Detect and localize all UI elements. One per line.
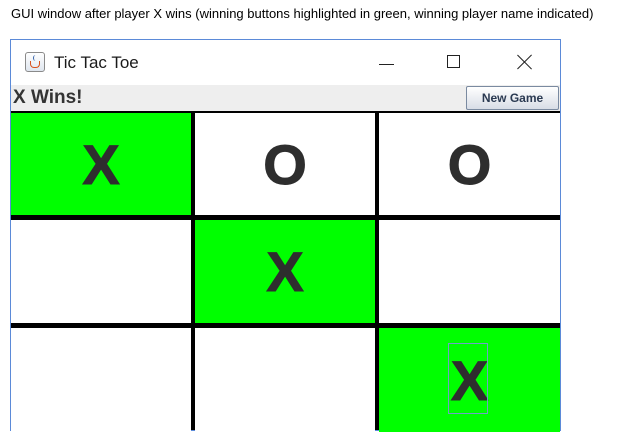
title-bar[interactable]: Tic Tac Toe (11, 40, 560, 85)
cell-mark: O (263, 132, 308, 196)
tic-tac-toe-window: Tic Tac Toe X Wins! New Game XOOXX (10, 39, 561, 432)
board-cell-4[interactable] (11, 220, 191, 323)
window-title: Tic Tac Toe (54, 53, 139, 72)
close-icon (516, 53, 534, 71)
board-cell-1[interactable]: X (11, 113, 191, 215)
board-cell-7[interactable] (11, 328, 191, 432)
winner-status: X Wins! (13, 87, 83, 108)
cell-mark: O (447, 132, 492, 196)
cell-mark: X (266, 240, 304, 304)
board-cell-3[interactable]: O (379, 113, 560, 215)
maximize-button[interactable] (432, 46, 478, 78)
board-cell-6[interactable] (379, 220, 560, 323)
game-board: XOOXX (11, 111, 560, 432)
board-cell-8[interactable] (195, 328, 375, 432)
new-game-button[interactable]: New Game (466, 86, 559, 110)
minimize-icon (379, 64, 394, 65)
board-cell-2[interactable]: O (195, 113, 375, 215)
cell-mark: X (450, 348, 489, 412)
close-button[interactable] (502, 46, 548, 78)
board-cell-9[interactable]: X (379, 328, 560, 432)
minimize-button[interactable] (363, 46, 409, 78)
java-coffee-cup-icon (25, 52, 45, 72)
status-bar: X Wins! New Game (11, 85, 560, 111)
board-cell-5[interactable]: X (195, 220, 375, 323)
maximize-icon (447, 55, 460, 68)
figure-caption: GUI window after player X wins (winning … (11, 6, 594, 21)
cell-mark: X (82, 132, 120, 196)
